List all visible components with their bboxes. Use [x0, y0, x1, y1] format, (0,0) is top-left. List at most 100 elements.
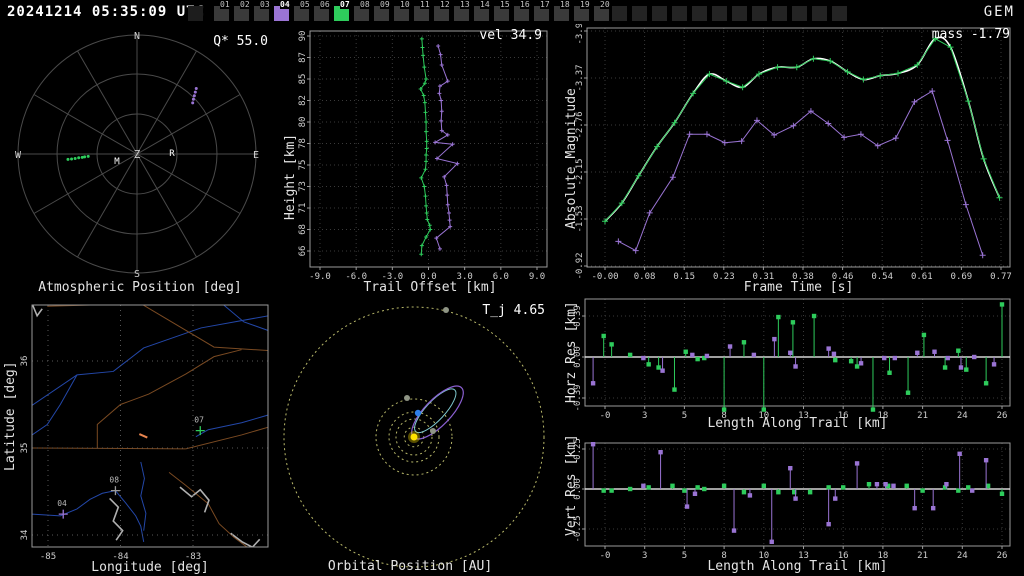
meteor-event-dashboard: 20241214 05:35:09 UTC 01 02 03 04 05 06 07 08 09… [0, 0, 1024, 576]
station-indicator-07: 07 [334, 0, 350, 21]
jupiter-dot [443, 307, 449, 313]
trail-offset-plot: -9.0 -6.0 -3.0 0.0 3.0 6.0 9.06668717375788082… [298, 30, 548, 282]
station-07-track [66, 154, 90, 161]
horz-res-ylabel: Horz Res [km] [564, 301, 579, 403]
station-04-series [615, 88, 986, 259]
river-line [140, 461, 147, 531]
vert-res-xlabel: Length Along Trail [km] [707, 559, 888, 574]
station-indicator-18: 18 [554, 0, 570, 21]
map-features [32, 305, 268, 547]
station-07-series [602, 35, 1003, 225]
orbital-position-plot [283, 306, 545, 568]
absolute-magnitude-ylabel: Absolute Magnitude [564, 88, 579, 229]
svg-text:34: 34 [20, 530, 30, 541]
station-number: 20 [600, 0, 610, 9]
latitude-ylabel: Latitude [deg] [3, 361, 18, 471]
station-number: 10 [400, 0, 410, 9]
panel-orbit: T_j 4.65 Orbital Position [AU] [280, 296, 560, 576]
vert-res-ylabel: Vert Res [km] [564, 434, 579, 536]
tisserand-label: T_j 4.65 [482, 303, 545, 318]
station-indicator-19: 19 [574, 0, 590, 21]
marker-r: R [169, 149, 175, 159]
sun-dot [410, 433, 418, 441]
state-border-line [96, 349, 242, 448]
station-number: 12 [440, 0, 450, 9]
svg-text:78: 78 [298, 138, 308, 149]
panel-trail-offset: -9.0 -6.0 -3.0 0.0 3.0 6.0 9.0 66 68 71 73 75 78 80 82… [280, 24, 560, 296]
station-number: 06 [320, 0, 330, 9]
station-number: 13 [460, 0, 470, 9]
svg-text:04: 04 [57, 499, 67, 508]
shower-code: GEM [983, 4, 1015, 20]
earth-dot [414, 409, 422, 417]
station-indicator-01: 01 [214, 0, 230, 21]
panel-atmospheric-position: N S E W Z M R Q* 55.0 Atmospheric Position [de… [0, 24, 280, 296]
height-ylabel: Height [km] [283, 133, 298, 220]
station-indicator-17: 17 [534, 0, 550, 21]
station-number: 02 [240, 0, 250, 9]
station-slot-empty [752, 6, 767, 21]
compass-west-label: W [15, 150, 22, 161]
station-indicator-14: 14 [474, 0, 490, 21]
svg-text:75: 75 [298, 160, 308, 171]
marker-m: M [114, 157, 120, 167]
station-slot-empty [812, 6, 827, 21]
station-number: 08 [360, 0, 370, 9]
station-indicator-06: 06 [314, 0, 330, 21]
station-slot-empty [652, 6, 667, 21]
lake-shape [179, 486, 210, 513]
station-indicator-09: 09 [374, 0, 390, 21]
lake-shape [109, 497, 124, 541]
river-line [32, 490, 145, 543]
station-indicator-04: 04 [274, 0, 290, 21]
horz-res-xlabel: Length Along Trail [km] [707, 416, 888, 431]
compass-south-label: S [134, 269, 140, 280]
station-07-series [418, 36, 433, 257]
station-slot-empty [632, 6, 647, 21]
station-number: 17 [540, 0, 550, 9]
atmospheric-position-plot: N S E W Z M R [15, 31, 259, 280]
station-number: 03 [260, 0, 270, 9]
residuals-plot: -0 3 5 8 10 13 16 18 21 24 260.390.00-0.39 -0 3 5 8 10 1… [573, 298, 1011, 561]
compass-north-label: N [134, 31, 140, 42]
station-number: 18 [560, 0, 570, 9]
atmospheric-position-title: Atmospheric Position [deg] [38, 280, 242, 295]
station-indicator-16: 16 [514, 0, 530, 21]
station-number: 09 [380, 0, 390, 9]
mass-label: mass -1.79 [931, 27, 1010, 42]
station-slot-empty [772, 6, 787, 21]
station-indicator-11: 11 [414, 0, 430, 21]
svg-text:68: 68 [298, 224, 308, 235]
compass-east-label: E [253, 150, 259, 161]
longitude-xlabel: Longitude [deg] [91, 560, 209, 575]
station-indicator-12: 12 [434, 0, 450, 21]
svg-text:73: 73 [298, 181, 308, 192]
station-number: 11 [420, 0, 430, 9]
zenith-label: Z [134, 148, 141, 161]
station-slot-empty [188, 6, 203, 21]
station-indicator-03: 03 [254, 0, 270, 21]
map-station-08: 08 [109, 476, 120, 496]
station-number: 19 [580, 0, 590, 9]
trail-offset-xlabel: Trail Offset [km] [363, 280, 497, 295]
station-slot-empty [612, 6, 627, 21]
station-slot-empty [732, 6, 747, 21]
venus-dot [430, 428, 436, 434]
station-indicator-20: 20 [594, 0, 610, 21]
svg-text:80: 80 [298, 117, 308, 128]
axes: -0 3 5 8 10 13 16 18 21 24 260.390.00-0.39 [573, 298, 1011, 421]
panel-light-curve: -0.00 0.08 0.15 0.23 0.31 0.38 0.46 0.54 0.61 0.6… [560, 24, 1024, 296]
station-number: 15 [500, 0, 510, 9]
svg-text:36: 36 [20, 356, 30, 367]
svg-text:66: 66 [298, 246, 308, 257]
svg-text:08: 08 [109, 476, 119, 485]
station-indicator-10: 10 [394, 0, 410, 21]
panel-ground-map: -85 -84 -83 34 35 36 07 04 08 Longitude [deg] La… [0, 296, 280, 576]
station-indicator-13: 13 [454, 0, 470, 21]
svg-text:85: 85 [298, 74, 308, 85]
ground-map-plot: -85 -84 -83343536070408 [20, 304, 269, 562]
axes: -0.00 0.08 0.15 0.23 0.31 0.38 0.46 0.54 0.61 0.6… [575, 24, 1012, 282]
station-indicator-15: 15 [494, 0, 510, 21]
svg-text:-0.92: -0.92 [575, 252, 585, 279]
station-slot-empty [672, 6, 687, 21]
